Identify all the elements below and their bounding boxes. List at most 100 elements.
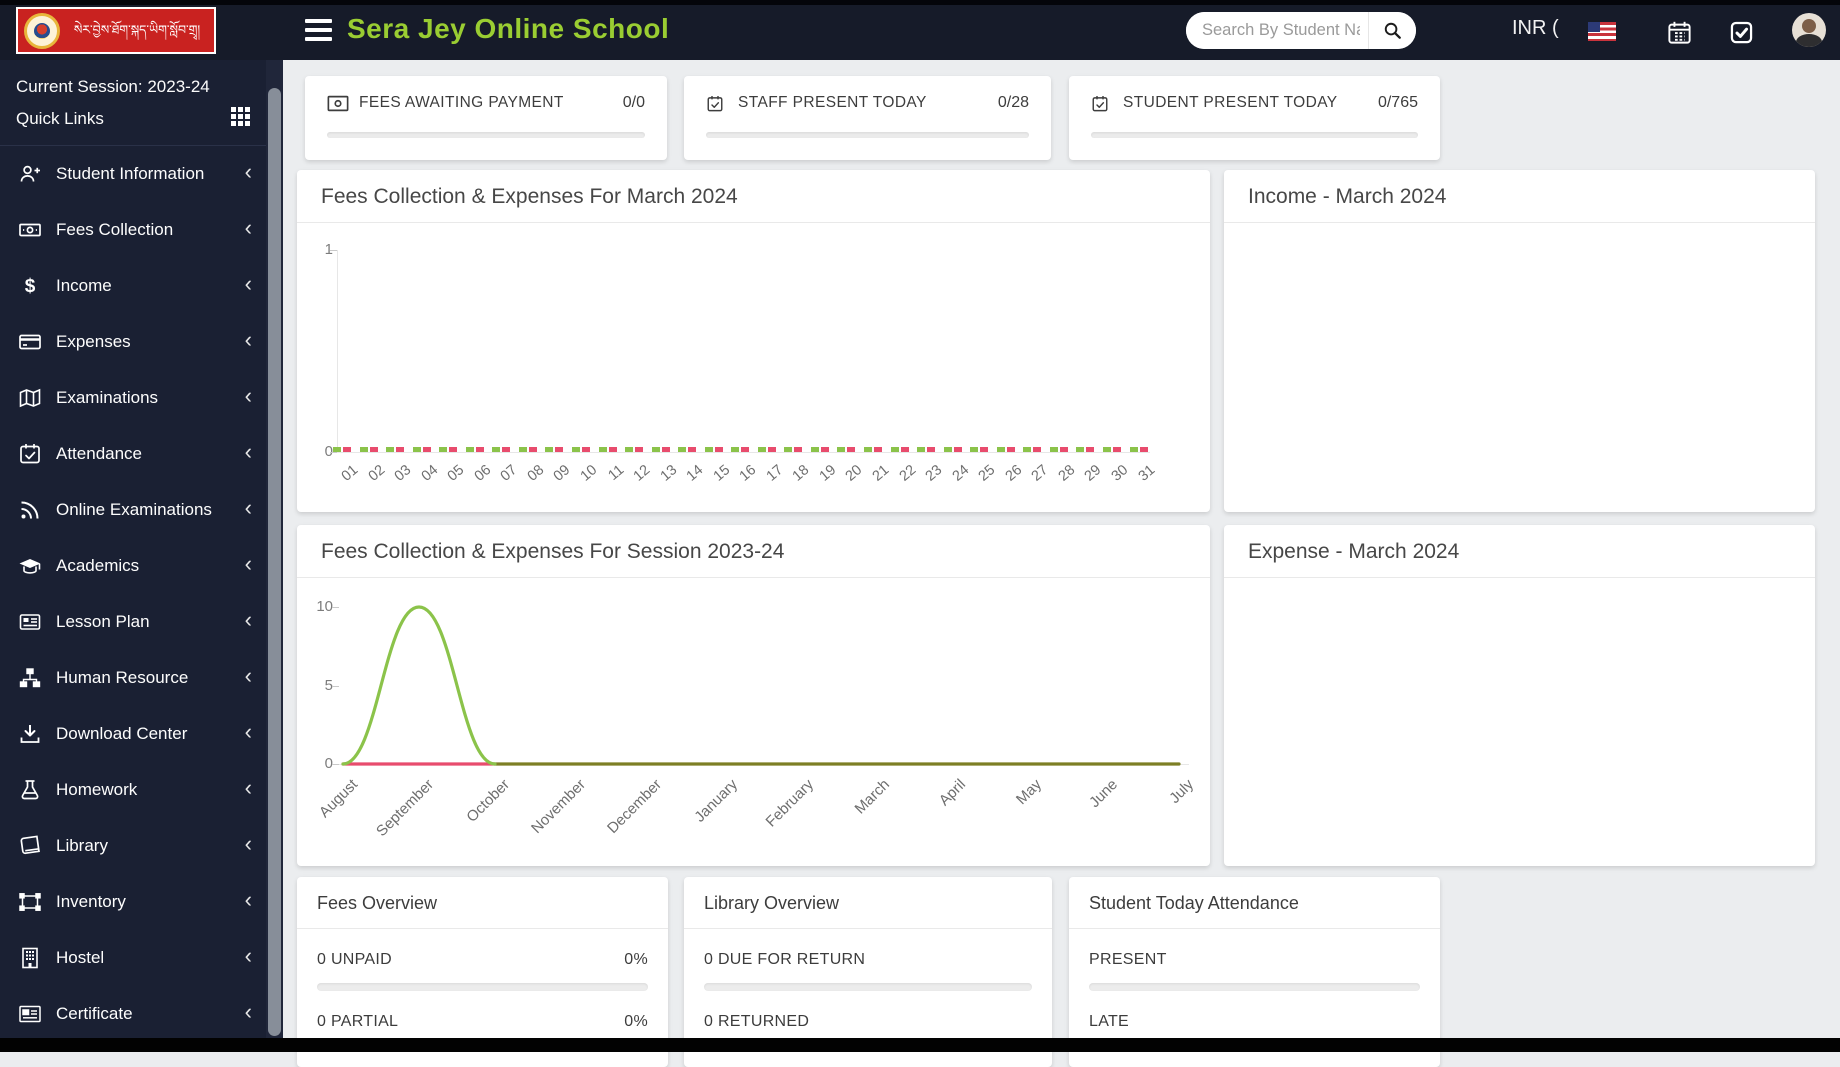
income-panel-title: Income - March 2024	[1224, 170, 1815, 223]
sidebar-item-download-center[interactable]: Download Center ‹	[0, 706, 266, 762]
bar-fees	[545, 447, 553, 452]
bar-fees	[1050, 447, 1058, 452]
chevron-left-icon: ‹	[245, 666, 252, 690]
sidebar-item-inventory[interactable]: Inventory ‹	[0, 874, 266, 930]
calendar-icon[interactable]	[1666, 19, 1693, 46]
school-logo[interactable]: སེར་བྱེས་ཐོག་སྐད་ཡིག་སློབ་གྲྭ།	[16, 7, 216, 54]
sidebar-item-label: Academics	[56, 556, 245, 576]
sidebar-item-homework[interactable]: Homework ‹	[0, 762, 266, 818]
session-chart-card: Fees Collection & Expenses For Session 2…	[297, 525, 1210, 866]
bar-fees	[811, 447, 819, 452]
current-session-label: Current Session: 2023-24	[0, 60, 266, 97]
progress-bar	[706, 132, 1029, 138]
bar-fees	[891, 447, 899, 452]
stat-card-fees-awaiting[interactable]: FEES AWAITING PAYMENT 0/0	[305, 76, 667, 160]
sidebar-item-library[interactable]: Library ‹	[0, 818, 266, 874]
search-icon[interactable]	[1368, 12, 1416, 49]
sidebar-item-label: Attendance	[56, 444, 245, 464]
bar-fees	[758, 447, 766, 452]
sidebar-item-expenses[interactable]: Expenses ‹	[0, 314, 266, 370]
x-axis-label: 06	[471, 462, 494, 485]
grid-icon[interactable]	[231, 107, 250, 131]
certificate-icon	[18, 1002, 42, 1026]
x-axis-label: 05	[445, 462, 468, 485]
bar-fees	[333, 447, 341, 452]
x-axis-line	[339, 764, 1189, 765]
x-axis-label: 29	[1082, 462, 1105, 485]
chevron-left-icon: ‹	[245, 554, 252, 578]
sidebar-item-certificate[interactable]: Certificate ‹	[0, 986, 266, 1042]
bar-expenses	[529, 447, 537, 452]
bar-expenses	[688, 447, 696, 452]
bar-fees	[492, 447, 500, 452]
bar-expenses	[847, 447, 855, 452]
sidebar-item-student-information[interactable]: Student Information ‹	[0, 146, 266, 202]
sidebar-item-label: Hostel	[56, 948, 245, 968]
book-icon	[18, 834, 42, 858]
sidebar-item-lesson-plan[interactable]: Lesson Plan ‹	[0, 594, 266, 650]
bar-fees	[864, 447, 872, 452]
chevron-left-icon: ‹	[245, 1002, 252, 1026]
window-top-edge	[0, 0, 1840, 5]
user-plus-icon	[18, 162, 42, 186]
svg-text:$: $	[25, 276, 36, 297]
x-axis-label: 30	[1109, 462, 1132, 485]
x-axis-label: August	[316, 776, 361, 821]
vertical-scrollbar[interactable]	[266, 60, 283, 1052]
chevron-left-icon: ‹	[245, 778, 252, 802]
currency-selector[interactable]: INR (	[1512, 17, 1559, 40]
progress-bar	[327, 132, 645, 138]
sidebar-item-online-examinations[interactable]: Online Examinations ‹	[0, 482, 266, 538]
sidebar-item-income[interactable]: $ Income ‹	[0, 258, 266, 314]
language-flag-icon[interactable]	[1588, 22, 1616, 41]
bar-fees	[386, 447, 394, 452]
search-input[interactable]	[1186, 12, 1368, 49]
chevron-left-icon: ‹	[245, 442, 252, 466]
bar-expenses	[1140, 447, 1148, 452]
stat-card-staff-present[interactable]: STAFF PRESENT TODAY 0/28	[684, 76, 1051, 160]
x-axis-label: October	[463, 776, 513, 826]
stat-card-student-present[interactable]: STUDENT PRESENT TODAY 0/765	[1069, 76, 1440, 160]
dollar-icon: $	[18, 274, 42, 298]
map-icon	[18, 386, 42, 410]
x-axis-label: 07	[498, 462, 521, 485]
bar-expenses	[555, 447, 563, 452]
sidebar: Current Session: 2023-24 Quick Links Stu…	[0, 60, 266, 1052]
school-emblem-icon	[24, 13, 60, 49]
sidebar-item-examinations[interactable]: Examinations ‹	[0, 370, 266, 426]
hamburger-menu-icon[interactable]	[305, 19, 332, 41]
stat-label: STAFF PRESENT TODAY	[738, 94, 998, 112]
bar-expenses	[1086, 447, 1094, 452]
stat-value: 0/0	[623, 94, 645, 112]
sidebar-item-hostel[interactable]: Hostel ‹	[0, 930, 266, 986]
scrollbar-thumb[interactable]	[268, 88, 281, 1036]
user-avatar[interactable]	[1792, 13, 1826, 47]
quick-links[interactable]: Quick Links	[0, 97, 266, 146]
bar-fees	[652, 447, 660, 452]
sidebar-item-attendance[interactable]: Attendance ‹	[0, 426, 266, 482]
bar-expenses	[449, 447, 457, 452]
bar-fees	[705, 447, 713, 452]
card-title: Library Overview	[684, 877, 1052, 929]
row-label: 0 UNPAID	[317, 951, 392, 969]
tasks-check-icon[interactable]	[1728, 19, 1755, 46]
x-axis-label: 23	[923, 462, 946, 485]
stat-value: 0/28	[998, 94, 1029, 112]
bar-fees	[1023, 447, 1031, 452]
chevron-left-icon: ‹	[245, 946, 252, 970]
calendar-check-icon	[18, 442, 42, 466]
x-axis-label: 02	[365, 462, 388, 485]
y-axis-tick	[330, 452, 337, 453]
x-axis-label: 20	[843, 462, 866, 485]
sidebar-item-fees-collection[interactable]: Fees Collection ‹	[0, 202, 266, 258]
x-axis-label: 18	[790, 462, 813, 485]
bar-fees	[625, 447, 633, 452]
money-bill-icon	[327, 94, 349, 112]
sidebar-item-human-resource[interactable]: Human Resource ‹	[0, 650, 266, 706]
x-axis-label: July	[1166, 776, 1197, 807]
x-axis-label: April	[936, 776, 969, 809]
x-axis-label: 31	[1135, 462, 1158, 485]
sidebar-item-academics[interactable]: Academics ‹	[0, 538, 266, 594]
row-label: PRESENT	[1089, 951, 1167, 969]
bar-expenses	[609, 447, 617, 452]
